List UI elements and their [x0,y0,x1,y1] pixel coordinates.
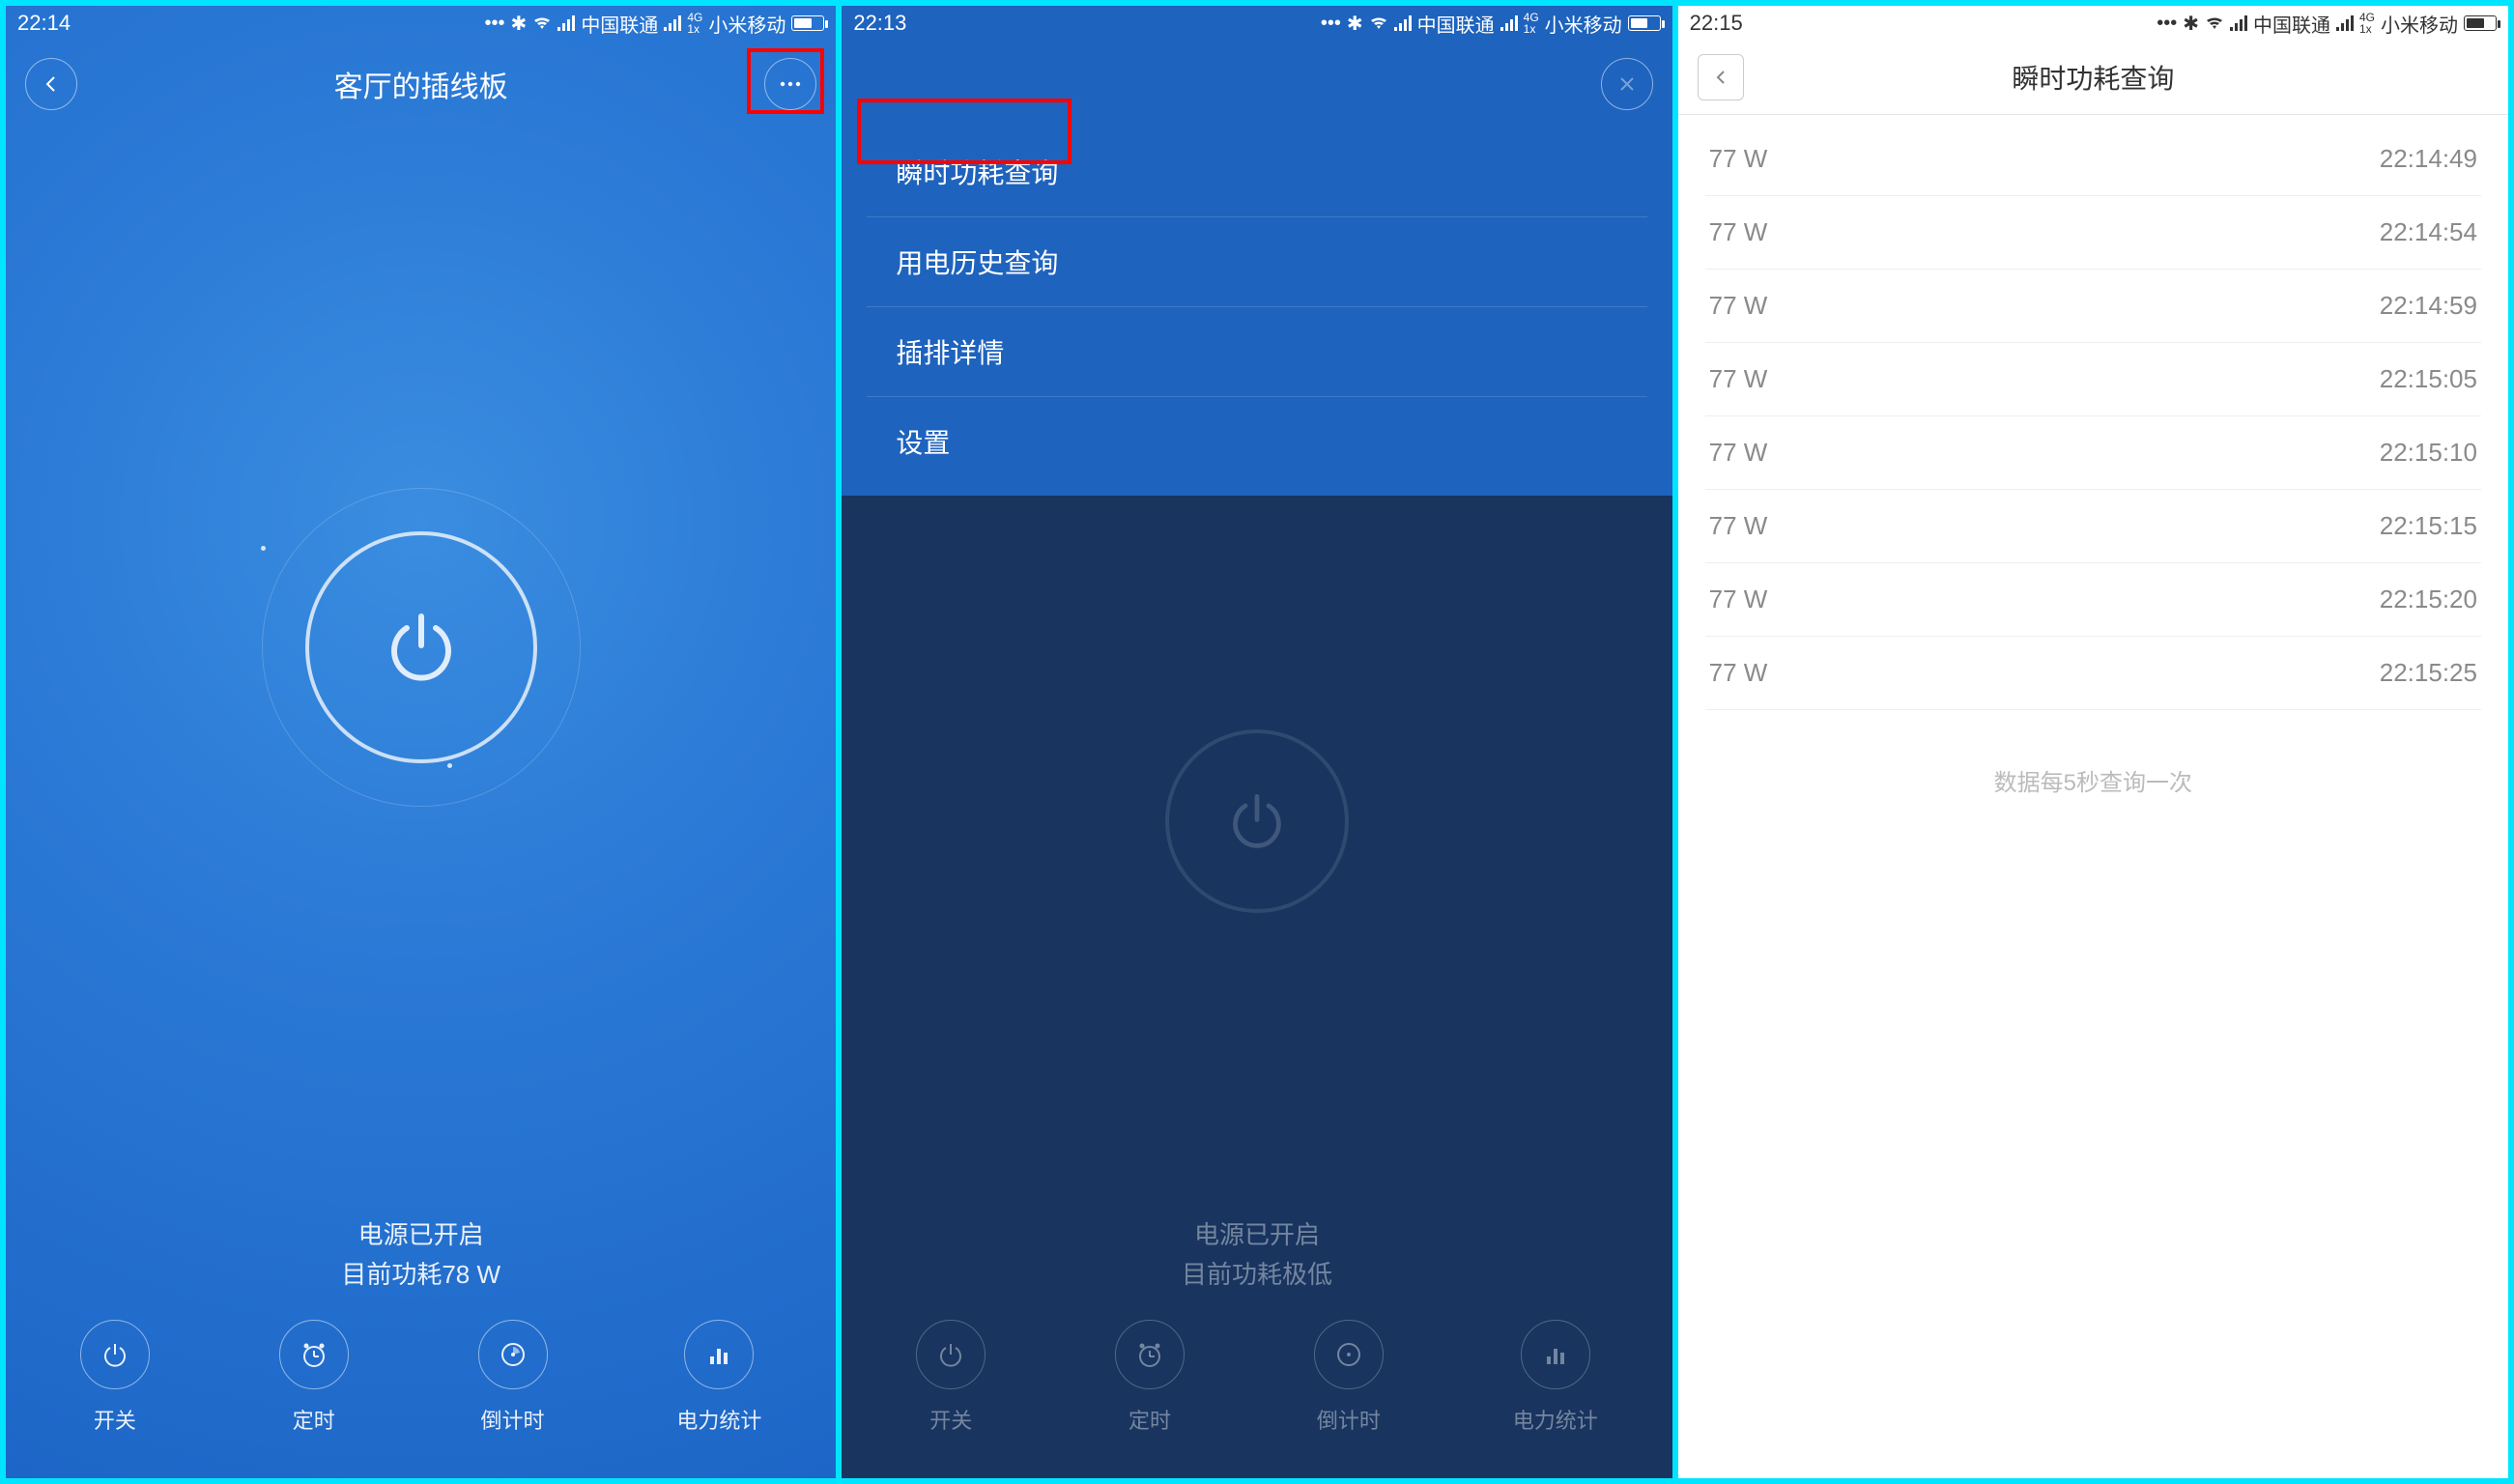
screen-powerstrip-menu: 22:13 •••✱ 中国联通 4G1x 小米移动 瞬时功耗查询 用电历史查询 … [842,6,1671,1478]
power-toggle-button[interactable] [305,531,537,763]
list-item: 77 W22:15:20 [1705,563,2481,637]
clock-icon [299,1339,329,1370]
chevron-left-icon [1713,70,1728,85]
nav-timer[interactable]: 定时 [279,1320,349,1435]
list-item: 77 W22:14:59 [1705,270,2481,343]
nav-timer: 定时 [1115,1320,1185,1435]
nav-power: 开关 [916,1320,986,1435]
bluetooth-icon: ✱ [511,12,528,36]
list-item: 77 W22:15:05 [1705,343,2481,416]
power-icon [100,1339,130,1370]
statusbar: 22:13 •••✱ 中国联通 4G1x 小米移动 [842,6,1671,41]
signal-icon [557,15,575,31]
nav-power[interactable]: 开关 [80,1320,150,1435]
wifi-icon [2205,15,2224,31]
close-icon [1618,75,1636,93]
barchart-icon [703,1339,734,1370]
power-icon [1218,783,1296,860]
list-item: 77 W22:14:54 [1705,196,2481,270]
power-button-area [6,79,836,1215]
nav-countdown: 倒计时 [1314,1320,1384,1435]
carrier-label: 中国联通 [581,10,658,38]
wifi-icon [532,15,552,31]
wifi-icon [1369,15,1388,31]
countdown-icon [498,1339,529,1370]
carrier2-label: 小米移动 [708,10,786,38]
status-line2: 目前功耗78 W [6,1255,836,1296]
menu-instant-power[interactable]: 瞬时功耗查询 [867,128,1646,217]
nav-countdown[interactable]: 倒计时 [478,1320,548,1435]
statusbar: 22:15 •••✱ 中国联通 4G1x 小米移动 [1678,6,2508,41]
nav-stats: 电力统计 [1513,1320,1598,1435]
list-item: 77 W22:15:10 [1705,416,2481,490]
list-item: 77 W22:15:25 [1705,637,2481,710]
refresh-interval-note: 数据每5秒查询一次 [1678,710,2508,797]
power-toggle-button [1141,729,1373,961]
battery-icon [1628,15,1661,31]
screen-powerstrip-main: 22:14 ••• ✱ 中国联通 4G1x 小米移动 客厅的插线板 [6,6,836,1478]
status-text: 电源已开启 目前功耗78 W [6,1215,836,1296]
nav-stats[interactable]: 电力统计 [676,1320,761,1435]
menu-history[interactable]: 用电历史查询 [867,217,1646,307]
battery-icon [2464,15,2497,31]
dimmed-background: 电源已开启 目前功耗极低 开关 定时 倒计时 电力统计 [842,496,1671,1478]
statusbar-icons: ••• ✱ 中国联通 4G1x 小米移动 [485,10,825,38]
page-title: 瞬时功耗查询 [1744,58,2443,97]
status-line1: 电源已开启 [6,1215,836,1256]
menu-settings[interactable]: 设置 [867,397,1646,486]
signal2-icon [664,15,681,31]
battery-icon [791,15,824,31]
list-item: 77 W22:15:15 [1705,490,2481,563]
close-button[interactable] [1601,58,1653,110]
screen-instant-power-list: 22:15 •••✱ 中国联通 4G1x 小米移动 瞬时功耗查询 77 W22:… [1678,6,2508,1478]
statusbar-time: 22:14 [17,11,71,36]
back-button[interactable] [1698,54,1744,100]
menu-details[interactable]: 插排详情 [867,307,1646,397]
statusbar-time: 22:13 [853,11,906,36]
header: 瞬时功耗查询 [1678,41,2508,115]
statusbar-time: 22:15 [1690,11,1743,36]
statusbar: 22:14 ••• ✱ 中国联通 4G1x 小米移动 [6,6,836,41]
power-readings-list[interactable]: 77 W22:14:49 77 W22:14:54 77 W22:14:59 7… [1678,115,2508,710]
dropdown-panel: 22:13 •••✱ 中国联通 4G1x 小米移动 瞬时功耗查询 用电历史查询 … [842,6,1671,496]
bottom-nav: 开关 定时 倒计时 电力统计 [6,1296,836,1478]
list-item: 77 W22:14:49 [1705,123,2481,196]
